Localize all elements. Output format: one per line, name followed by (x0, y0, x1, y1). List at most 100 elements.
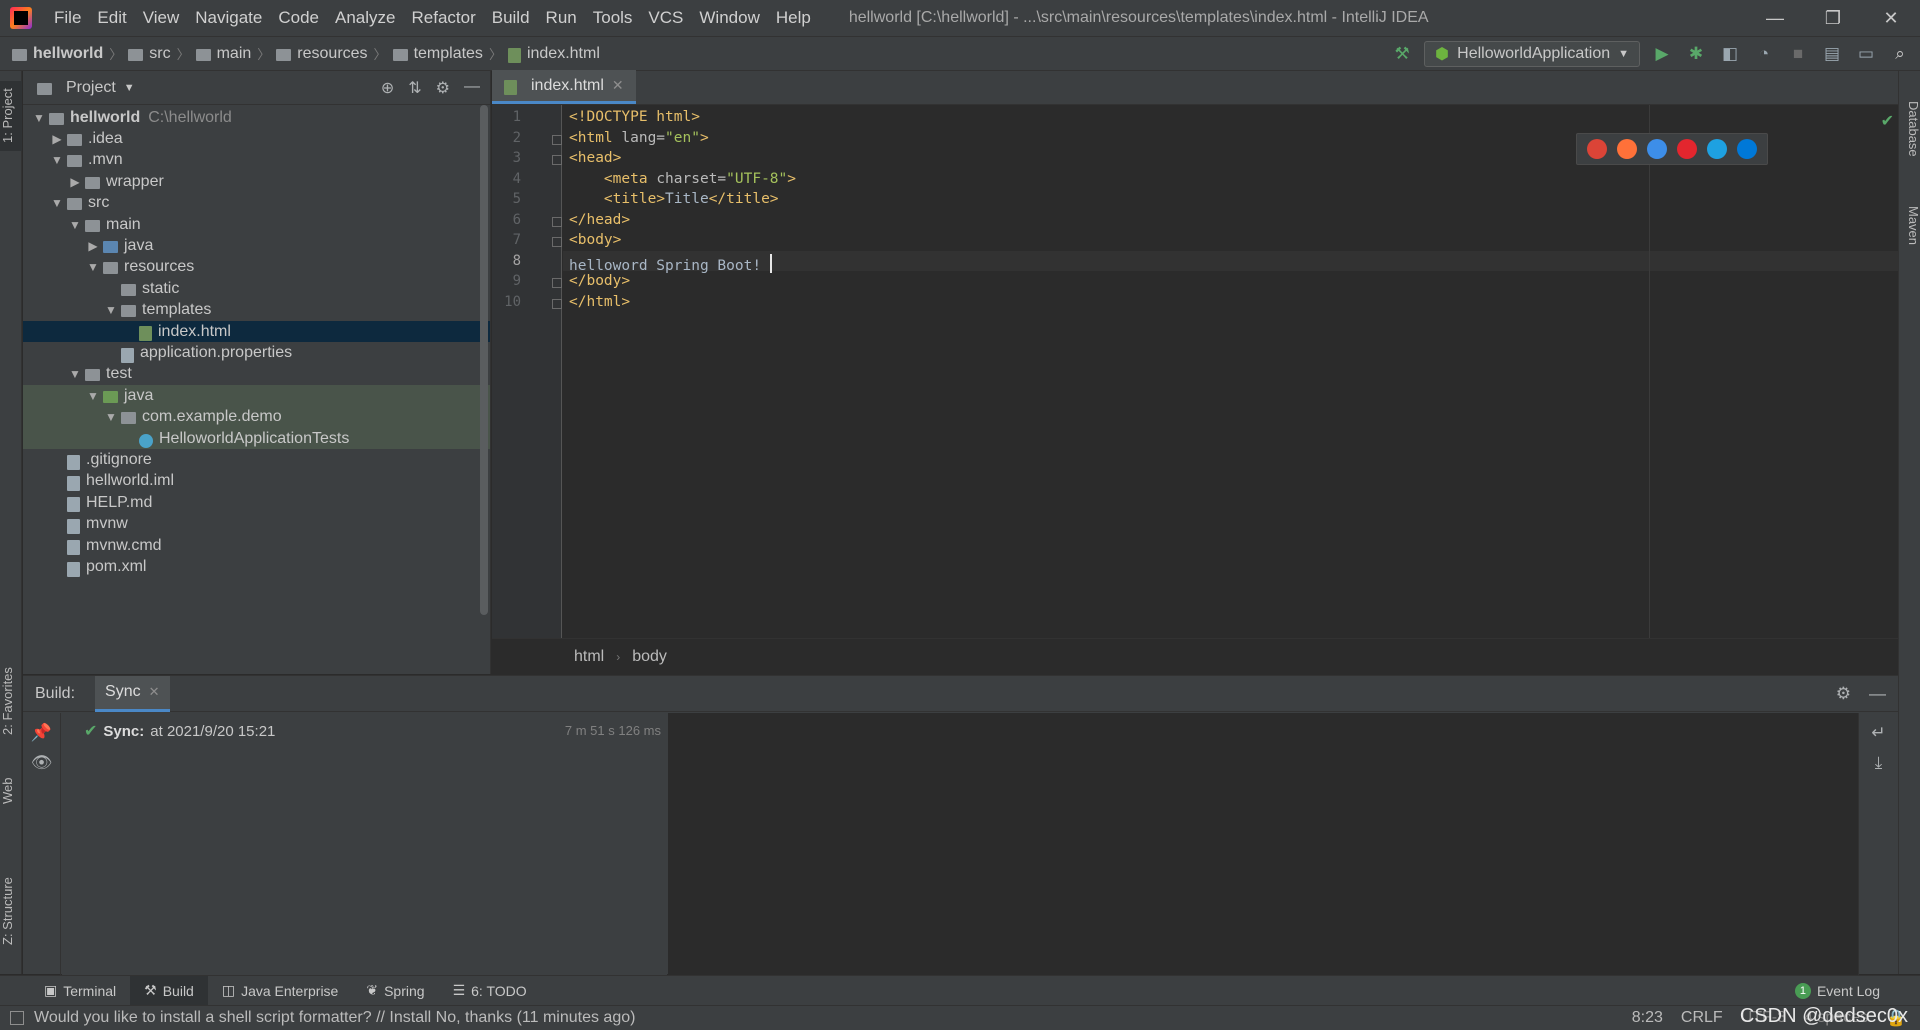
breadcrumb-item[interactable]: src (128, 45, 171, 63)
status-toggle-icon[interactable] (10, 1011, 24, 1025)
inspection-ok-icon[interactable]: ✔ (1881, 111, 1894, 131)
tree-item[interactable]: index.html (23, 321, 490, 343)
fold-marker-icon[interactable] (552, 298, 562, 309)
code-line[interactable]: <title>Title</title> (563, 189, 1898, 210)
breadcrumb-item[interactable]: hellworld (12, 45, 103, 63)
tree-item[interactable]: ▼ com.example.demo (23, 406, 490, 428)
code-line[interactable]: <!DOCTYPE html> (563, 107, 1898, 128)
collapsed-arrow-icon[interactable]: ▶ (83, 239, 103, 253)
expanded-arrow-icon[interactable]: ▼ (29, 111, 49, 125)
gear-icon[interactable]: ⚙ (1836, 684, 1851, 704)
line-separator[interactable]: CRLF (1681, 1009, 1723, 1027)
tree-item[interactable]: ▼ src (23, 193, 490, 214)
fold-marker-icon[interactable] (552, 155, 562, 165)
soft-wrap-icon[interactable]: ↵ (1859, 723, 1898, 743)
restore-icon[interactable]: ❐ (1804, 0, 1862, 36)
tree-item[interactable]: ▼ test (23, 364, 490, 385)
tree-item[interactable]: mvnw.cmd (23, 535, 490, 556)
code-area[interactable]: <!DOCTYPE html> <html lang="en"> <head> <m… (563, 105, 1898, 638)
menu-view[interactable]: View (135, 0, 188, 36)
tree-item[interactable]: ▼ java (23, 385, 490, 407)
menu-window[interactable]: Window (691, 0, 767, 36)
fold-marker-icon[interactable] (552, 237, 562, 247)
menu-vcs[interactable]: VCS (640, 0, 691, 36)
code-line[interactable]: </head> (563, 210, 1898, 231)
collapse-all-icon[interactable]: ⇅ (408, 78, 421, 98)
menu-edit[interactable]: Edit (89, 0, 134, 36)
expanded-arrow-icon[interactable]: ▼ (83, 389, 103, 403)
tool-tab-spring[interactable]: ❦ Spring (352, 976, 438, 1006)
editor-breadcrumb-item[interactable]: html (574, 648, 604, 666)
editor-tab-index-html[interactable]: index.html ✕ (492, 70, 636, 104)
expanded-arrow-icon[interactable]: ▼ (47, 153, 67, 167)
tab-sync[interactable]: Sync ✕ (95, 675, 170, 712)
code-line[interactable]: helloword Spring Boot! (563, 250, 1898, 274)
project-view-selector[interactable]: Project ▼ (37, 79, 135, 97)
eye-icon[interactable]: 👁 (23, 753, 60, 773)
tab-maven[interactable]: Maven (1899, 191, 1920, 261)
tab-favorites[interactable]: 2: Favorites (0, 661, 22, 741)
close-tab-icon[interactable]: ✕ (149, 684, 160, 700)
close-tab-icon[interactable]: ✕ (612, 77, 624, 94)
ie-icon[interactable] (1707, 139, 1727, 159)
fold-marker-icon[interactable] (552, 216, 562, 227)
layout-icon[interactable]: ▭ (1854, 42, 1878, 66)
tree-item[interactable]: .gitignore (23, 449, 490, 470)
expanded-arrow-icon[interactable]: ▼ (101, 303, 121, 317)
tab-project[interactable]: 1: Project (0, 81, 22, 151)
menu-tools[interactable]: Tools (585, 0, 641, 36)
project-structure-icon[interactable]: ▤ (1820, 42, 1844, 66)
expanded-arrow-icon[interactable]: ▼ (101, 410, 121, 424)
opera-icon[interactable] (1677, 139, 1697, 159)
code-line[interactable]: </html> (563, 292, 1898, 313)
caret-position[interactable]: 8:23 (1632, 1009, 1663, 1027)
menu-help[interactable]: Help (768, 0, 819, 36)
tree-item[interactable]: static (23, 278, 490, 299)
status-message[interactable]: Would you like to install a shell script… (34, 1009, 635, 1027)
debug-icon[interactable]: ✱ (1684, 42, 1708, 66)
tab-web[interactable]: Web (0, 771, 22, 811)
fold-marker-icon[interactable] (552, 134, 562, 145)
fold-marker-icon[interactable] (552, 278, 562, 288)
run-icon[interactable]: ▶ (1650, 42, 1674, 66)
breadcrumb-item[interactable]: index.html (507, 45, 600, 63)
breadcrumb-item[interactable]: resources (276, 45, 368, 63)
menu-navigate[interactable]: Navigate (187, 0, 270, 36)
tree-item[interactable]: hellworld.iml (23, 471, 490, 492)
tree-item[interactable]: ▶ wrapper (23, 171, 490, 192)
hide-panel-icon[interactable]: — (1869, 684, 1886, 704)
collapsed-arrow-icon[interactable]: ▶ (65, 175, 85, 189)
profile-icon[interactable]: ◔ (1752, 42, 1776, 66)
tool-tab-6-todo[interactable]: ☰ 6: TODO (439, 976, 541, 1006)
tree-scrollbar[interactable] (480, 105, 488, 615)
tool-tab-build[interactable]: ⚒ Build (130, 975, 208, 1006)
expanded-arrow-icon[interactable]: ▼ (65, 367, 85, 381)
breadcrumb-item[interactable]: templates (392, 45, 483, 63)
code-line[interactable]: <body> (563, 230, 1898, 251)
tool-tab-terminal[interactable]: ▣ Terminal (30, 976, 130, 1006)
minimize-icon[interactable]: — (1746, 0, 1804, 36)
code-line[interactable]: </body> (563, 271, 1898, 292)
hide-panel-icon[interactable]: — (464, 78, 480, 98)
sync-row[interactable]: ✔ Sync: at 2021/9/20 15:21 (84, 721, 275, 741)
build-console[interactable] (668, 713, 1858, 975)
stop-icon[interactable]: ■ (1786, 42, 1810, 66)
gear-icon[interactable]: ⚙ (436, 78, 450, 98)
menu-run[interactable]: Run (538, 0, 585, 36)
tree-item[interactable]: ▶ java (23, 235, 490, 256)
tab-structure[interactable]: Z: Structure (0, 861, 22, 961)
code-line[interactable]: <meta charset="UTF-8"> (563, 169, 1898, 190)
safari-icon[interactable] (1647, 139, 1667, 159)
chrome-icon[interactable] (1587, 139, 1607, 159)
firefox-icon[interactable] (1617, 139, 1637, 159)
build-hammer-icon[interactable]: ⚒ (1390, 42, 1414, 66)
collapsed-arrow-icon[interactable]: ▶ (47, 132, 67, 146)
editor-breadcrumb-item[interactable]: body (632, 648, 667, 666)
close-window-icon[interactable]: ✕ (1862, 0, 1920, 36)
tree-item[interactable]: ▼ templates (23, 300, 490, 321)
locate-icon[interactable]: ⊕ (381, 78, 394, 98)
tree-item[interactable]: pom.xml (23, 556, 490, 577)
coverage-icon[interactable]: ◧ (1718, 42, 1742, 66)
tree-item[interactable]: ▼ main (23, 214, 490, 235)
edge-icon[interactable] (1737, 139, 1757, 159)
